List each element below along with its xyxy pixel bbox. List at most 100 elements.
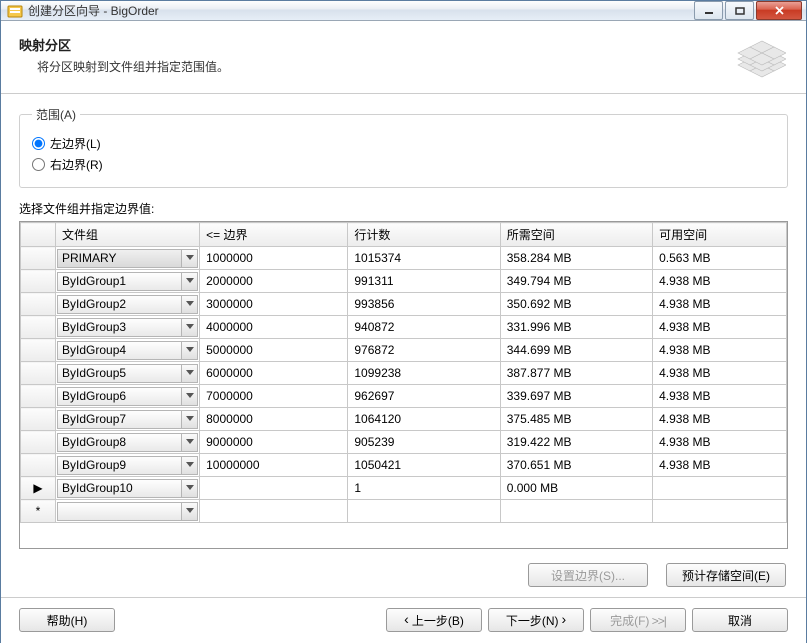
cell-required: 370.651 MB xyxy=(500,454,652,477)
cell-required xyxy=(500,500,652,523)
col-available[interactable]: 可用空间 xyxy=(653,223,787,247)
table-row[interactable]: ByIdGroup12000000991311349.794 MB4.938 M… xyxy=(21,270,787,293)
chevron-down-icon[interactable] xyxy=(181,365,197,382)
filegroup-table: 文件组 <= 边界 行计数 所需空间 可用空间 PRIMARY100000010… xyxy=(20,222,787,523)
radio-left-boundary[interactable]: 左边界(L) xyxy=(32,135,775,152)
cell-available xyxy=(653,477,787,500)
radio-right-boundary[interactable]: 右边界(R) xyxy=(32,156,775,173)
filegroup-dropdown[interactable]: ByIdGroup2 xyxy=(57,295,198,314)
chevron-down-icon[interactable] xyxy=(181,457,197,474)
col-filegroup[interactable]: 文件组 xyxy=(56,223,200,247)
col-boundary[interactable]: <= 边界 xyxy=(200,223,348,247)
chevron-down-icon[interactable] xyxy=(181,296,197,313)
wizard-body: 范围(A) 左边界(L) 右边界(R) 选择文件组并指定边界值: 文件组 <= … xyxy=(1,94,806,597)
radio-left-input[interactable] xyxy=(32,137,45,150)
row-marker xyxy=(21,316,56,339)
cell-filegroup[interactable]: ByIdGroup9 xyxy=(56,454,200,477)
cell-filegroup[interactable]: ByIdGroup6 xyxy=(56,385,200,408)
cell-boundary[interactable]: 8000000 xyxy=(200,408,348,431)
finish-button[interactable]: 完成(F) xyxy=(590,608,686,632)
estimate-storage-button[interactable]: 预计存储空间(E) xyxy=(666,563,786,587)
table-row[interactable]: * xyxy=(21,500,787,523)
col-marker[interactable] xyxy=(21,223,56,247)
row-marker xyxy=(21,293,56,316)
cell-boundary[interactable] xyxy=(200,500,348,523)
table-title: 选择文件组并指定边界值: xyxy=(19,200,788,217)
cell-boundary[interactable]: 5000000 xyxy=(200,339,348,362)
chevron-down-icon[interactable] xyxy=(181,342,197,359)
row-marker xyxy=(21,247,56,270)
table-row[interactable]: ByIdGroup780000001064120375.485 MB4.938 … xyxy=(21,408,787,431)
cell-filegroup[interactable] xyxy=(56,500,200,523)
filegroup-dropdown[interactable]: ByIdGroup10 xyxy=(57,479,198,498)
cell-boundary[interactable] xyxy=(200,477,348,500)
help-button[interactable]: 帮助(H) xyxy=(19,608,115,632)
cell-filegroup[interactable]: ByIdGroup4 xyxy=(56,339,200,362)
cell-filegroup[interactable]: ByIdGroup8 xyxy=(56,431,200,454)
cell-boundary[interactable]: 4000000 xyxy=(200,316,348,339)
table-row[interactable]: ByIdGroup560000001099238387.877 MB4.938 … xyxy=(21,362,787,385)
cell-boundary[interactable]: 10000000 xyxy=(200,454,348,477)
table-row[interactable]: ByIdGroup67000000962697339.697 MB4.938 M… xyxy=(21,385,787,408)
row-marker xyxy=(21,270,56,293)
cell-filegroup[interactable]: ByIdGroup2 xyxy=(56,293,200,316)
minimize-button[interactable] xyxy=(694,1,723,20)
cell-boundary[interactable]: 1000000 xyxy=(200,247,348,270)
table-row[interactable]: ▶ByIdGroup1010.000 MB xyxy=(21,477,787,500)
filegroup-dropdown[interactable]: PRIMARY xyxy=(57,249,198,268)
cell-filegroup[interactable]: ByIdGroup10 xyxy=(56,477,200,500)
filegroup-dropdown[interactable]: ByIdGroup5 xyxy=(57,364,198,383)
radio-right-input[interactable] xyxy=(32,158,45,171)
chevron-down-icon[interactable] xyxy=(181,503,197,520)
table-row[interactable]: PRIMARY10000001015374358.284 MB0.563 MB xyxy=(21,247,787,270)
app-icon xyxy=(7,3,23,19)
cell-boundary[interactable]: 2000000 xyxy=(200,270,348,293)
next-button[interactable]: 下一步(N) xyxy=(488,608,584,632)
chevron-down-icon[interactable] xyxy=(181,319,197,336)
chevron-down-icon[interactable] xyxy=(181,250,197,267)
cell-boundary[interactable]: 3000000 xyxy=(200,293,348,316)
chevron-down-icon[interactable] xyxy=(181,273,197,290)
filegroup-dropdown[interactable]: ByIdGroup7 xyxy=(57,410,198,429)
col-required[interactable]: 所需空间 xyxy=(500,223,652,247)
set-boundaries-button[interactable]: 设置边界(S)... xyxy=(528,563,648,587)
cell-boundary[interactable]: 9000000 xyxy=(200,431,348,454)
filegroup-dropdown[interactable]: ByIdGroup1 xyxy=(57,272,198,291)
cell-rowcount: 1064120 xyxy=(348,408,500,431)
table-row[interactable]: ByIdGroup9100000001050421370.651 MB4.938… xyxy=(21,454,787,477)
cell-rowcount: 1099238 xyxy=(348,362,500,385)
cell-boundary[interactable]: 7000000 xyxy=(200,385,348,408)
cell-filegroup[interactable]: ByIdGroup3 xyxy=(56,316,200,339)
chevron-down-icon[interactable] xyxy=(181,388,197,405)
cell-filegroup[interactable]: ByIdGroup5 xyxy=(56,362,200,385)
filegroup-dropdown[interactable] xyxy=(57,502,198,521)
cell-filegroup[interactable]: ByIdGroup7 xyxy=(56,408,200,431)
close-button[interactable] xyxy=(756,1,802,20)
cell-filegroup[interactable]: ByIdGroup1 xyxy=(56,270,200,293)
filegroup-dropdown[interactable]: ByIdGroup6 xyxy=(57,387,198,406)
cell-available: 4.938 MB xyxy=(653,454,787,477)
back-button[interactable]: 上一步(B) xyxy=(386,608,482,632)
chevron-down-icon[interactable] xyxy=(181,434,197,451)
col-rowcount[interactable]: 行计数 xyxy=(348,223,500,247)
chevron-down-icon[interactable] xyxy=(181,480,197,497)
cell-rowcount: 905239 xyxy=(348,431,500,454)
chevron-down-icon[interactable] xyxy=(181,411,197,428)
cancel-button[interactable]: 取消 xyxy=(692,608,788,632)
row-marker xyxy=(21,385,56,408)
titlebar[interactable]: 创建分区向导 - BigOrder xyxy=(1,1,806,21)
cell-boundary[interactable]: 6000000 xyxy=(200,362,348,385)
table-row[interactable]: ByIdGroup23000000993856350.692 MB4.938 M… xyxy=(21,293,787,316)
table-row[interactable]: ByIdGroup34000000940872331.996 MB4.938 M… xyxy=(21,316,787,339)
table-row[interactable]: ByIdGroup89000000905239319.422 MB4.938 M… xyxy=(21,431,787,454)
cell-rowcount: 940872 xyxy=(348,316,500,339)
cell-filegroup[interactable]: PRIMARY xyxy=(56,247,200,270)
filegroup-dropdown[interactable]: ByIdGroup4 xyxy=(57,341,198,360)
cell-available: 4.938 MB xyxy=(653,408,787,431)
maximize-button[interactable] xyxy=(725,1,754,20)
filegroup-dropdown[interactable]: ByIdGroup8 xyxy=(57,433,198,452)
cell-available: 4.938 MB xyxy=(653,293,787,316)
filegroup-dropdown[interactable]: ByIdGroup3 xyxy=(57,318,198,337)
filegroup-dropdown[interactable]: ByIdGroup9 xyxy=(57,456,198,475)
table-row[interactable]: ByIdGroup45000000976872344.699 MB4.938 M… xyxy=(21,339,787,362)
